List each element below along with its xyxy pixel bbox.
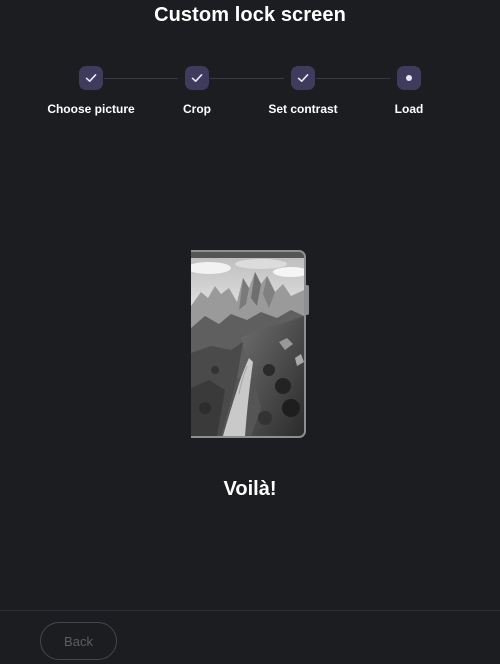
device-frame (191, 250, 306, 438)
step-choose-picture: Choose picture (31, 66, 151, 116)
step-label: Set contrast (268, 102, 338, 116)
lock-screen-image (191, 258, 304, 436)
step-current-indicator (397, 66, 421, 90)
step-label: Load (394, 102, 424, 116)
step-completed-indicator (291, 66, 315, 90)
step-completed-indicator (79, 66, 103, 90)
progress-stepper: Choose picture Crop Set contrast Load (0, 66, 500, 126)
device-preview (191, 250, 309, 438)
step-label: Crop (183, 102, 211, 116)
step-crop: Crop (137, 66, 257, 116)
device-side-button (306, 285, 309, 315)
step-set-contrast: Set contrast (243, 66, 363, 116)
page-title: Custom lock screen (154, 4, 346, 26)
step-label: Choose picture (47, 102, 135, 116)
check-icon (297, 74, 309, 82)
step-load: Load (349, 66, 469, 116)
back-button[interactable]: Back (40, 622, 117, 660)
check-icon (85, 74, 97, 82)
footer-divider (0, 610, 500, 611)
check-icon (191, 74, 203, 82)
dot-icon (406, 75, 412, 81)
step-completed-indicator (185, 66, 209, 90)
success-message: Voilà! (223, 478, 277, 500)
